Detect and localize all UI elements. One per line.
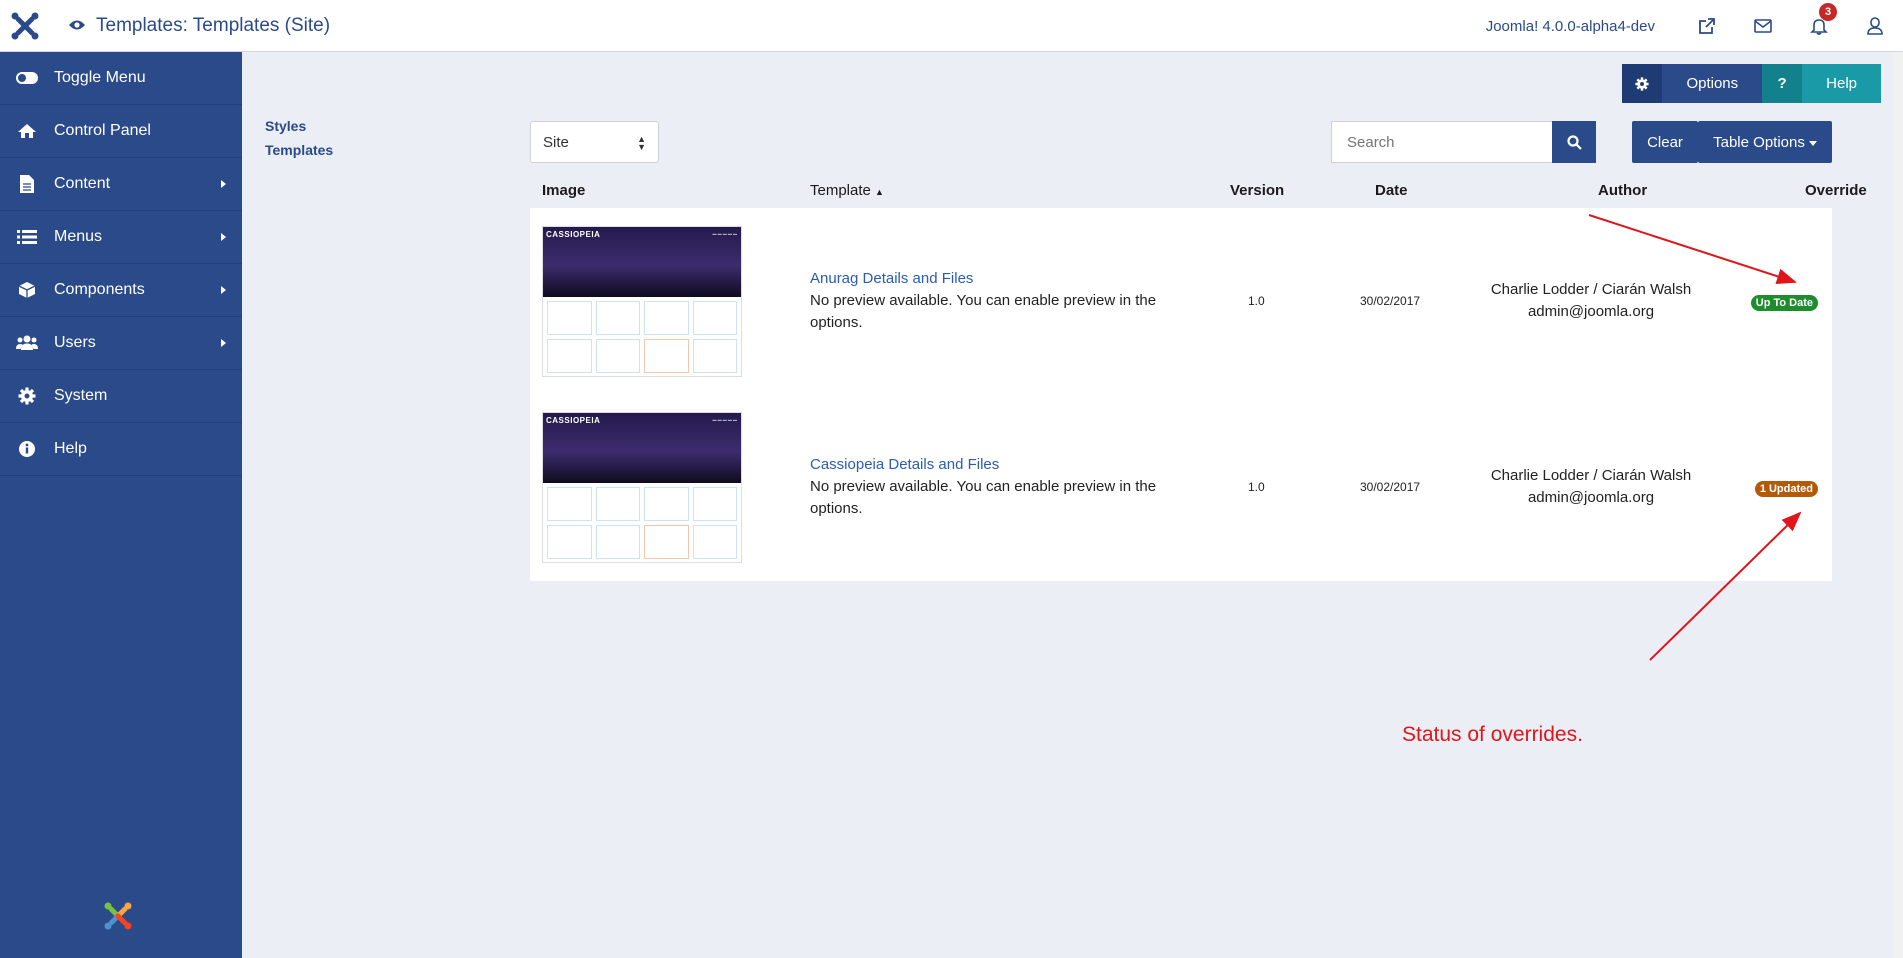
annotation-arrows <box>1588 214 1802 661</box>
annotation-text: Status of overrides. <box>1402 723 1583 746</box>
page-scrollbar[interactable] <box>1893 52 1903 958</box>
